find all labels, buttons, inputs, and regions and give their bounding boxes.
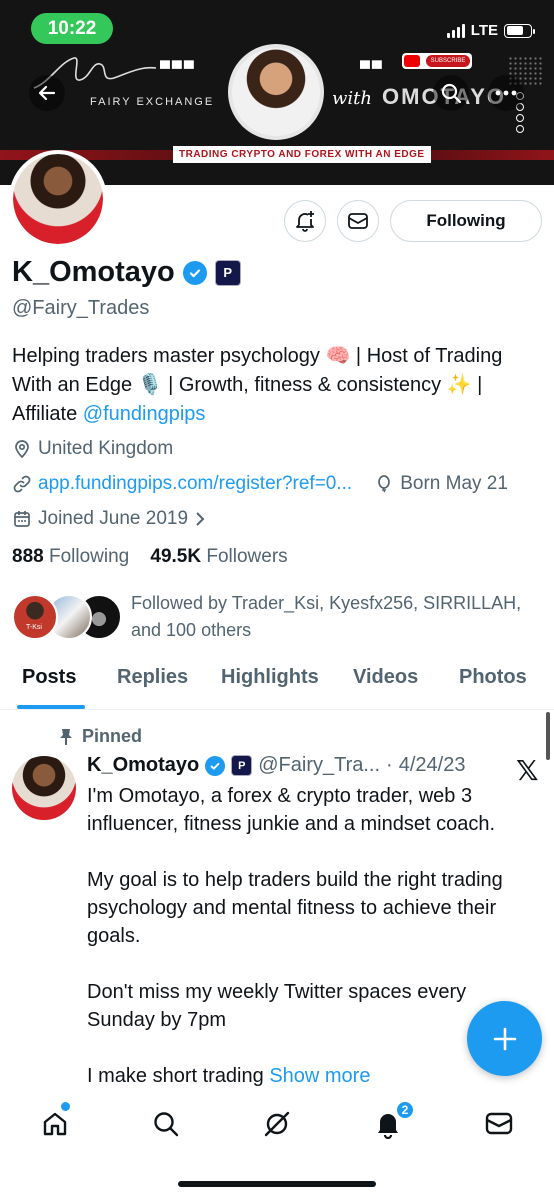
message-button[interactable] (337, 200, 379, 242)
location-icon (15, 440, 29, 459)
show-more-link[interactable]: Show more (269, 1065, 370, 1087)
message-icon (348, 213, 368, 229)
mutual-avatar-1: T-Ksi (12, 594, 58, 640)
balloon-icon (378, 475, 391, 493)
tweet-author-name[interactable]: K_Omotayo (87, 754, 199, 777)
profile-tabs: Posts Replies Highlights Videos Photos (0, 660, 554, 710)
youtube-icon (404, 55, 420, 67)
followers-label: Followers (206, 546, 288, 567)
profile-avatar[interactable] (9, 150, 107, 248)
tweet-author-avatar[interactable] (12, 756, 76, 820)
network-label: LTE (470, 22, 498, 39)
tweet-date[interactable]: 4/24/23 (399, 754, 466, 777)
tab-posts[interactable]: Posts (22, 660, 76, 689)
tweet-author-handle: @Fairy_Tra... (258, 754, 381, 776)
tweet-text: I'm Omotayo, a forex & crypto trader, we… (87, 785, 503, 1087)
banner-with-text: with (332, 88, 372, 109)
mail-icon (485, 1112, 513, 1135)
nav-search[interactable] (146, 1104, 186, 1144)
tab-replies[interactable]: Replies (117, 660, 188, 689)
home-icon (43, 1112, 67, 1136)
mutual-followers-avatars[interactable]: T-Ksi (12, 594, 122, 642)
subscribe-badge: SUBSCRIBE (426, 55, 470, 67)
banner-tagline: TRADING CRYPTO AND FOREX WITH AN EDGE (173, 146, 431, 163)
profile-handle: @Fairy_Trades (12, 297, 150, 319)
bio-mention-link[interactable]: @fundingpips (83, 403, 206, 425)
notifications-badge: 2 (395, 1100, 415, 1120)
more-icon (495, 90, 517, 96)
website-row: app.fundingpips.com/register?ref=0... Bo… (12, 473, 508, 495)
search-icon (154, 1112, 179, 1137)
pinned-label-row: Pinned (58, 726, 142, 747)
followed-by-text[interactable]: Followed by Trader_Ksi, Kyesfx256, SIRRI… (131, 590, 551, 644)
display-name-row: K_Omotayo P (12, 256, 241, 289)
tweet-verified-icon (205, 755, 226, 776)
more-button[interactable] (488, 75, 524, 111)
back-icon (38, 85, 56, 101)
tab-highlights[interactable]: Highlights (221, 660, 319, 689)
following-count-link[interactable]: 888 Following (12, 546, 129, 567)
link-icon (13, 475, 31, 493)
banner-photo (228, 44, 324, 140)
compose-button[interactable] (467, 1001, 542, 1076)
pin-icon (60, 728, 72, 745)
mutual-avatar-label: T-Ksi (26, 624, 42, 631)
nav-home[interactable] (35, 1104, 75, 1144)
pinned-label: Pinned (82, 726, 143, 746)
tweet-separator: · (386, 754, 393, 776)
joined-row[interactable]: Joined June 2019 (12, 508, 206, 530)
banner-dots-left: ▀▀▀ (160, 60, 196, 76)
follow-counts: 888 Following 49.5K Followers (12, 546, 288, 568)
tweet-header: K_Omotayo P @Fairy_Tra... · 4/24/23 (87, 754, 465, 777)
compose-plus-icon (493, 1027, 516, 1050)
display-name: K_Omotayo (12, 256, 175, 288)
followers-count-link[interactable]: 49.5K Followers (150, 546, 287, 567)
birthday-text: Born May 21 (400, 473, 508, 494)
status-time: 10:22 (31, 13, 113, 44)
following-label: Following (48, 546, 130, 567)
banner-dots-right: ▀▀ (360, 60, 384, 76)
grok-icon (264, 1111, 290, 1137)
notification-bell-plus-icon (296, 211, 314, 232)
scrollbar[interactable] (546, 712, 550, 760)
following-count: 888 (12, 546, 44, 567)
status-indicators: LTE (446, 22, 535, 39)
back-button[interactable] (29, 75, 65, 111)
tab-photos[interactable]: Photos (459, 660, 527, 689)
joined-text: Joined June 2019 (38, 508, 189, 529)
verified-icon[interactable] (182, 260, 207, 285)
banner-brand: FAIRY EXCHANGE (90, 96, 215, 108)
battery-icon (504, 23, 535, 38)
search-button[interactable] (433, 75, 469, 111)
notifications-button[interactable] (284, 200, 326, 242)
home-indicator[interactable] (178, 1181, 376, 1187)
chevron-right-icon (196, 512, 205, 526)
home-unread-dot (61, 1102, 70, 1111)
tab-videos[interactable]: Videos (353, 660, 418, 689)
location-row: United Kingdom (12, 438, 173, 460)
nav-grok[interactable] (257, 1104, 297, 1144)
calendar-icon (14, 511, 30, 527)
location-text: United Kingdom (38, 438, 174, 459)
following-button[interactable]: Following (390, 200, 542, 242)
profile-bio: Helping traders master psychology 🧠 | Ho… (12, 342, 547, 429)
signal-icon (446, 23, 465, 38)
tweet-affiliate-badge: P (231, 755, 253, 776)
avatar-image (13, 154, 103, 244)
active-tab-indicator (17, 705, 85, 709)
search-icon (441, 83, 462, 104)
affiliate-badge[interactable]: P (214, 259, 241, 286)
website-link[interactable]: app.fundingpips.com/register?ref=0... (38, 473, 352, 495)
followers-count: 49.5K (150, 546, 202, 567)
nav-messages[interactable] (479, 1104, 519, 1144)
